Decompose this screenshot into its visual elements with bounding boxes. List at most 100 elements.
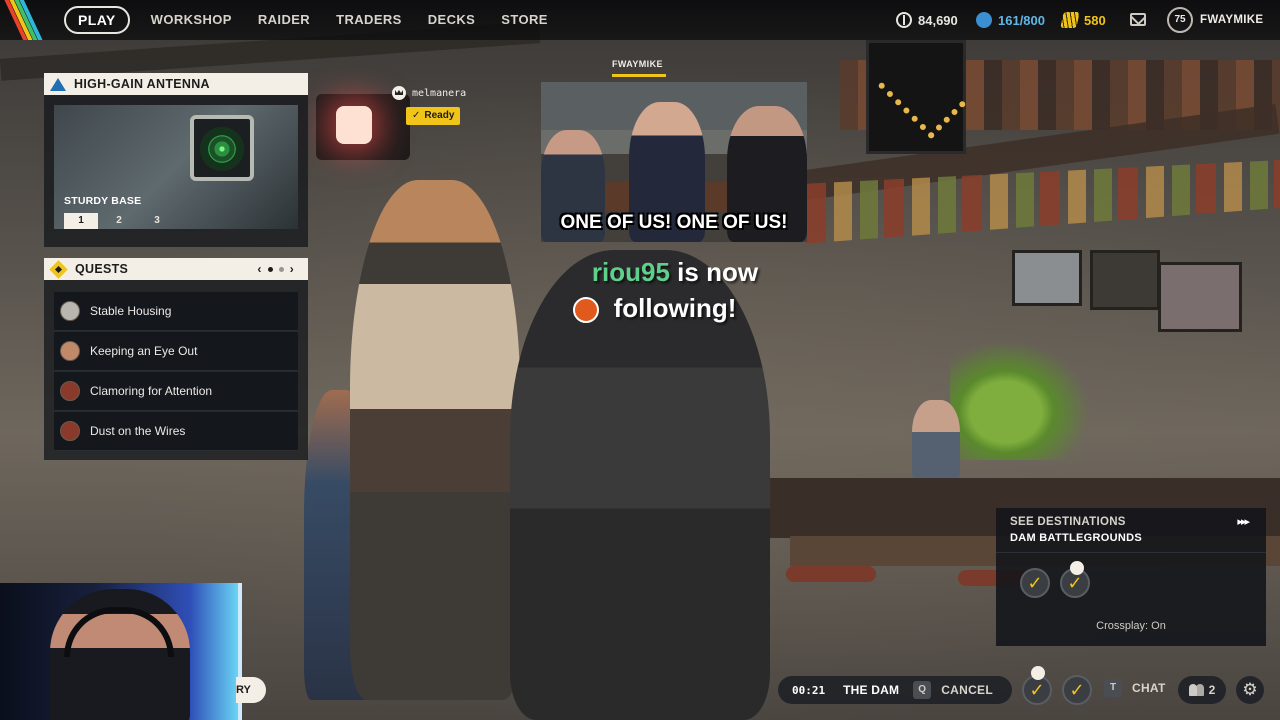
meme-video-overlay: ONE OF US! ONE OF US! [541,82,807,242]
follow-alert: riou95 is now following! [560,254,790,326]
quest-item[interactable]: Stable Housing [54,292,298,331]
quests-prev-button[interactable]: ‹ [257,262,261,276]
tier-2-button[interactable]: 2 [102,213,136,229]
workshop-panel[interactable]: STURDY BASE 1 2 3 [44,95,308,247]
cancel-button[interactable]: CANCEL [941,683,993,697]
character-portrait-icon [60,341,80,361]
quests-title: QUESTS [75,262,129,276]
top-nav-bar: PLAY WORKSHOP RAIDER TRADERS DECKS STORE… [0,0,1280,40]
page-dot-active [267,266,273,272]
q-key-icon: Q [913,681,932,699]
crown-icon [1070,561,1084,575]
scene-tv [1158,262,1242,332]
friends-button[interactable]: 2 [1178,676,1226,704]
t-key-icon: T [1104,679,1122,697]
follow-text-2: following! [613,293,737,323]
triple-chevron-icon[interactable]: ▸▸▸ [1237,515,1250,528]
matchmaking-status: 00:21 THE DAM Q CANCEL [778,676,1012,704]
divider [996,552,1266,553]
tier-3-button[interactable]: 3 [140,213,174,229]
raider-token-icon [1060,12,1080,28]
raider-character-female [350,180,520,700]
party-member-name: melmanera [412,87,467,99]
blue-points-icon [976,12,992,28]
raider-tokens-value: 580 [1084,12,1106,28]
nav-play[interactable]: PLAY [64,6,130,34]
partial-hint-button[interactable]: RY [236,677,266,703]
scene-tv [1090,250,1160,310]
crown-icon [1031,666,1045,680]
map-name: THE DAM [843,683,900,697]
radar-screen-icon [190,115,254,181]
check-icon: ✓ [412,110,421,121]
quest-label: Keeping an Eye Out [90,344,198,358]
workshop-item-name: STURDY BASE [64,195,142,207]
blue-points-value: 161/800 [998,12,1045,28]
antenna-preview-image [54,105,298,229]
crown-icon [392,86,406,100]
nav-store[interactable]: STORE [488,6,561,34]
quest-item[interactable]: Clamoring for Attention [54,372,298,411]
chat-label: CHAT [1132,681,1166,695]
player-level-badge[interactable]: 75 [1167,7,1193,33]
nav-decks[interactable]: DECKS [415,6,489,34]
destination-name: DAM BATTLEGROUNDS [1010,532,1142,544]
party-member-ready[interactable]: ✓ [1062,675,1092,705]
people-icon [1188,684,1205,696]
streamer-label: FWAYMIKE [612,59,663,69]
scene-tv [1012,250,1082,306]
character-portrait-icon [60,301,80,321]
profile-username[interactable]: FWAYMIKE [1200,0,1263,40]
character-portrait-icon [60,381,80,401]
workshop-panel-title: HIGH-GAIN ANTENNA [74,77,210,91]
scene-bartender [912,400,960,480]
friends-count: 2 [1208,683,1216,697]
chat-button[interactable]: T CHAT [1104,679,1166,697]
main-nav: PLAY WORKSHOP RAIDER TRADERS DECKS STORE [64,6,561,34]
ready-badge: ✓ Ready [406,107,461,125]
quests-panel-header: QUESTS ‹ › [44,258,308,280]
quest-label: Dust on the Wires [90,424,186,438]
tier-selector: 1 2 3 [64,213,174,229]
crossplay-status: Crossplay: On [1096,620,1166,632]
quests-next-button[interactable]: › [290,262,294,276]
quest-item[interactable]: Keeping an Eye Out [54,332,298,371]
blue-points-display[interactable]: 161/800 [976,0,1045,40]
nav-raider[interactable]: RAIDER [245,6,323,34]
workshop-panel-header[interactable]: HIGH-GAIN ANTENNA [44,73,308,95]
quest-label: Stable Housing [90,304,172,318]
streamer-webcam [0,583,242,720]
scene-stool [786,566,876,582]
mail-icon[interactable] [1130,13,1146,26]
quest-label: Clamoring for Attention [90,384,213,398]
quests-list: Stable Housing Keeping an Eye Out Clamor… [44,280,308,460]
quests-pager: ‹ › [257,258,294,280]
quest-diamond-icon [49,259,68,279]
page-dot [278,266,284,272]
coins-value: 84,690 [918,12,958,28]
quest-item[interactable]: Dust on the Wires [54,412,298,451]
follower-name: riou95 [591,257,670,287]
scene-plant [950,340,1090,460]
party-member-tag: melmanera [392,86,466,100]
nav-traders[interactable]: TRADERS [323,6,415,34]
destinations-panel[interactable]: SEE DESTINATIONS DAM BATTLEGROUNDS ▸▸▸ ✓… [996,508,1266,646]
streamer-underline [612,74,666,77]
party-member-ready[interactable]: ✓ [1020,568,1050,598]
triangle-warning-icon [50,77,66,91]
character-portrait-icon [60,421,80,441]
meme-caption: ONE OF US! ONE OF US! [560,212,788,233]
follow-text-1: is now [677,257,759,287]
ready-label: Ready [424,110,455,121]
see-destinations-label: SEE DESTINATIONS [1010,516,1126,528]
arrow-sign [866,40,966,154]
coins-display[interactable]: 84,690 [896,0,958,40]
coin-icon [896,12,912,28]
matchmaking-timer: 00:21 [792,683,826,697]
raider-tokens-display[interactable]: 580 [1060,0,1106,40]
nav-workshop[interactable]: WORKSHOP [138,6,245,34]
settings-gear-icon[interactable]: ⚙ [1236,676,1264,704]
scene-lamp [316,94,410,160]
tier-1-button[interactable]: 1 [64,213,98,229]
game-logo [0,0,58,40]
